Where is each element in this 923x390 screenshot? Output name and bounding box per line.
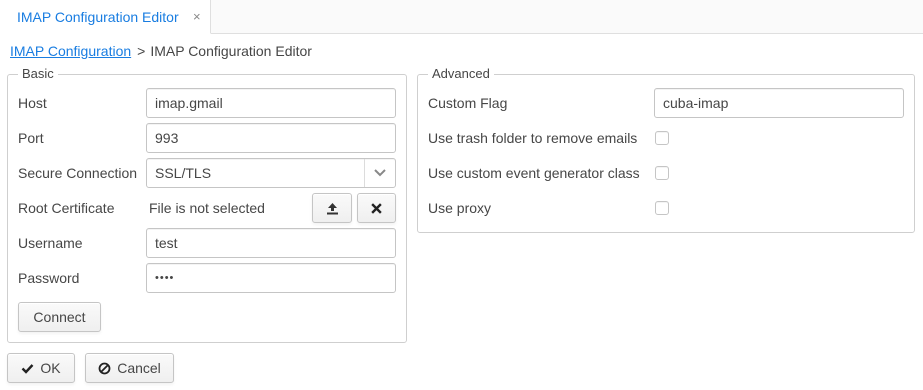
username-field[interactable]: test <box>146 228 396 258</box>
chevron-down-icon[interactable] <box>364 159 395 187</box>
port-label: Port <box>18 130 44 146</box>
port-field[interactable]: 993 <box>146 123 396 153</box>
advanced-group: Advanced Custom Flag cuba-imap Use trash… <box>417 66 915 233</box>
upload-icon <box>326 202 339 215</box>
use-proxy-checkbox[interactable] <box>655 201 669 215</box>
use-trash-folder-checkbox[interactable] <box>655 131 669 145</box>
root-certificate-status: File is not selected <box>149 200 265 216</box>
root-certificate-label: Root Certificate <box>18 200 115 216</box>
clear-certificate-button[interactable] <box>357 193 396 223</box>
breadcrumb-separator: > <box>137 43 146 59</box>
ban-icon <box>98 362 111 375</box>
breadcrumb: IMAP Configuration > IMAP Configuration … <box>10 41 312 61</box>
basic-group: Basic Host imap.gmail Port 993 Secure Co… <box>7 66 407 343</box>
use-proxy-label: Use proxy <box>428 200 492 216</box>
cancel-button-label: Cancel <box>117 360 161 376</box>
breadcrumb-link-imap-configuration[interactable]: IMAP Configuration <box>10 43 131 59</box>
password-label: Password <box>18 270 80 286</box>
secure-connection-select[interactable]: SSL/TLS <box>146 158 396 188</box>
custom-flag-field[interactable]: cuba-imap <box>654 88 904 118</box>
host-field[interactable]: imap.gmail <box>146 88 396 118</box>
connect-button[interactable]: Connect <box>18 302 101 332</box>
custom-flag-label: Custom Flag <box>428 95 508 111</box>
use-trash-folder-label: Use trash folder to remove emails <box>428 130 638 146</box>
tab-bar: IMAP Configuration Editor × <box>0 0 923 34</box>
ok-button[interactable]: OK <box>7 353 75 383</box>
secure-connection-value: SSL/TLS <box>155 165 212 181</box>
cancel-button[interactable]: Cancel <box>85 353 174 383</box>
custom-flag-value: cuba-imap <box>663 95 729 111</box>
secure-connection-label: Secure Connection <box>18 165 138 181</box>
close-icon[interactable]: × <box>193 10 201 24</box>
host-value: imap.gmail <box>155 95 223 111</box>
use-custom-event-generator-label: Use custom event generator class <box>428 165 640 181</box>
close-icon <box>371 202 382 214</box>
port-value: 993 <box>155 130 179 146</box>
checkmark-icon <box>21 363 34 374</box>
password-value: •••• <box>155 272 175 284</box>
tab-title: IMAP Configuration Editor <box>17 8 179 25</box>
connect-button-label: Connect <box>33 309 86 325</box>
password-field[interactable]: •••• <box>146 263 396 293</box>
basic-legend: Basic <box>18 66 58 82</box>
upload-certificate-button[interactable] <box>312 193 352 223</box>
ok-button-label: OK <box>40 360 61 376</box>
advanced-legend: Advanced <box>428 66 494 82</box>
breadcrumb-current: IMAP Configuration Editor <box>150 43 312 59</box>
username-value: test <box>155 235 178 251</box>
username-label: Username <box>18 235 83 251</box>
host-label: Host <box>18 95 47 111</box>
use-custom-event-generator-checkbox[interactable] <box>655 166 669 180</box>
tab-imap-configuration-editor[interactable]: IMAP Configuration Editor × <box>0 0 211 34</box>
